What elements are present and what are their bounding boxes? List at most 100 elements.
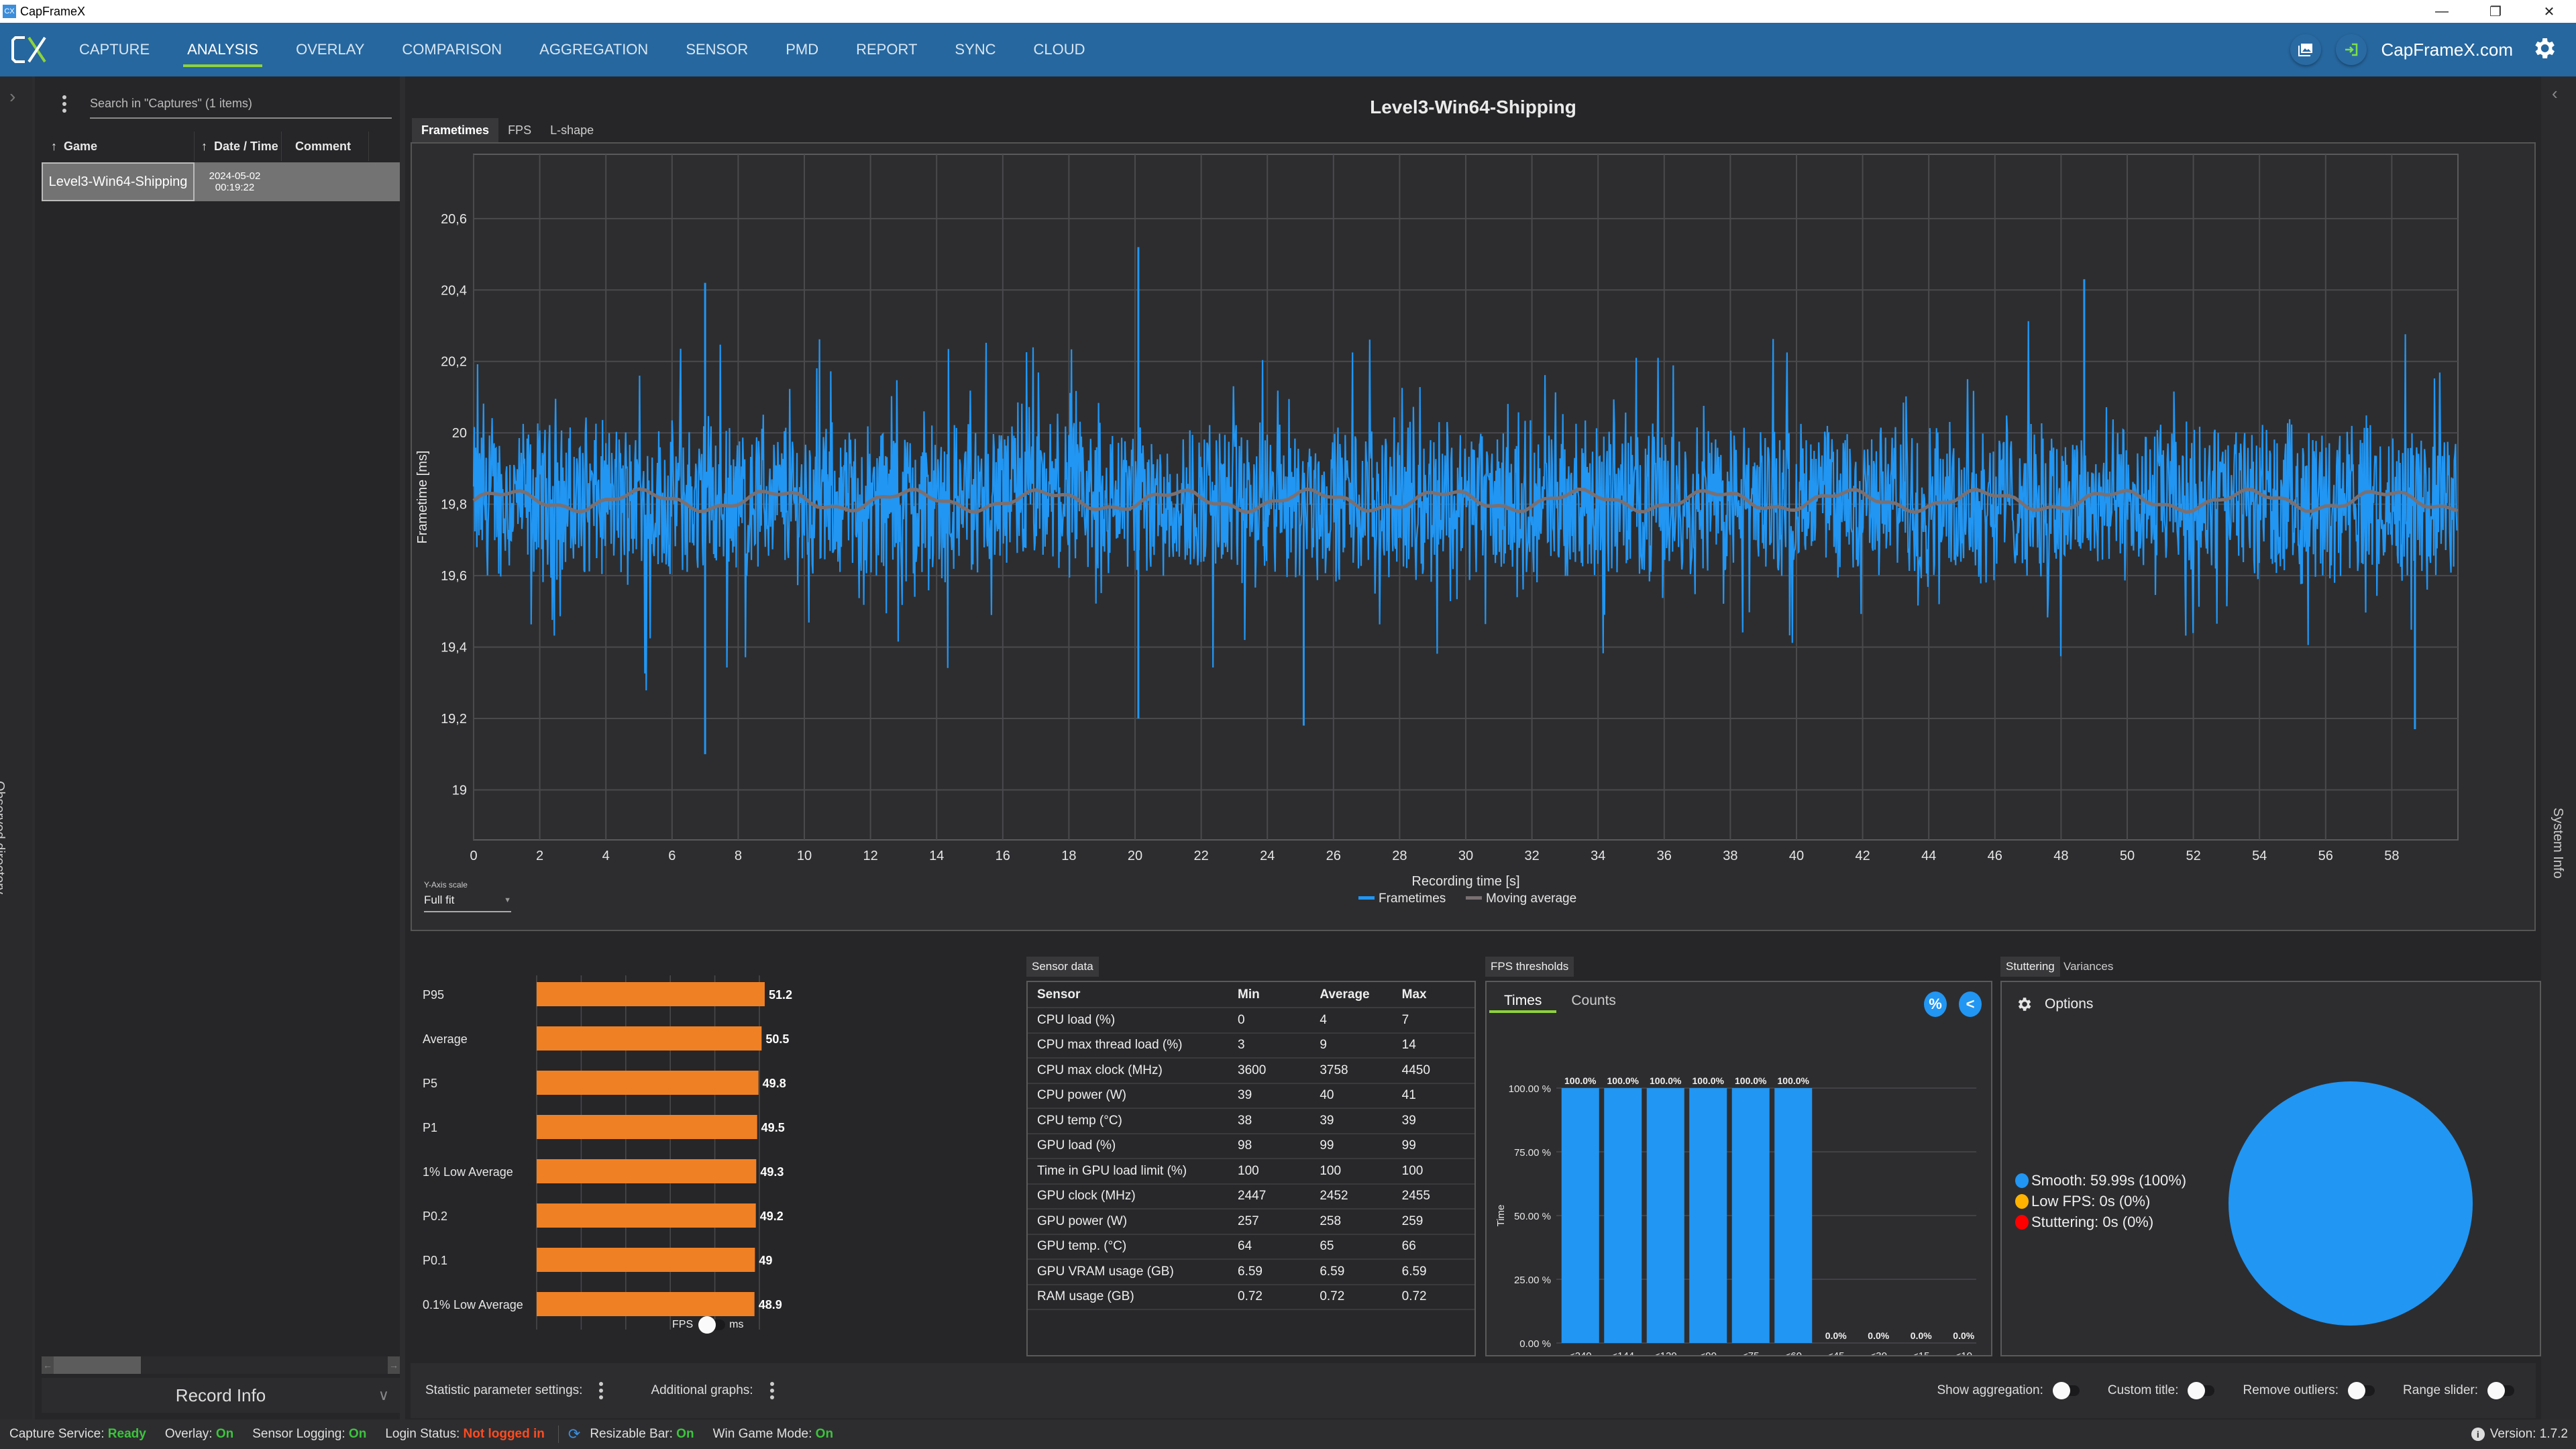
sensor-cell: 0.72 (1392, 1284, 1474, 1310)
sort-up-icon: ↑ (201, 139, 207, 153)
capframex-logo (0, 23, 60, 76)
minimize-button[interactable]: — (2415, 0, 2469, 23)
x-tick-label: 50 (753, 1336, 766, 1338)
tab-l-shape[interactable]: L-shape (541, 118, 603, 142)
y-tick-label: 19,2 (441, 712, 467, 727)
nav-analysis[interactable]: ANALYSIS (168, 23, 277, 76)
legend-swatch (1358, 896, 1375, 900)
column-header-date[interactable]: ↑ Date / Time (195, 131, 282, 161)
horizontal-scrollbar[interactable]: ← → (42, 1356, 400, 1374)
scroll-right-arrow-icon[interactable]: → (388, 1356, 400, 1374)
status-divider (557, 1426, 559, 1443)
close-button[interactable]: ✕ (2522, 0, 2576, 23)
threshold-bar (1604, 1088, 1642, 1343)
stat-bar (537, 1203, 756, 1228)
nav-report[interactable]: REPORT (837, 23, 936, 76)
nav-overlay[interactable]: OVERLAY (277, 23, 383, 76)
sensor-column-header[interactable]: Sensor (1028, 982, 1229, 1008)
sensor-cell: Time in GPU load limit (%) (1028, 1159, 1229, 1185)
toggle-switch[interactable] (2348, 1382, 2375, 1399)
collapse-chevron-icon[interactable]: ‹ (2552, 83, 2558, 104)
screenshot-button[interactable] (2290, 34, 2321, 65)
observed-directory-panel[interactable]: › Observed directory (0, 76, 32, 1419)
sensor-column-header[interactable]: Max (1392, 982, 1474, 1008)
fps-ms-toggle[interactable]: FPS ms (672, 1316, 743, 1334)
expand-chevron-icon[interactable]: › (9, 86, 15, 107)
y-axis-title: Time (1495, 1205, 1507, 1227)
y-tick-label: 20 (452, 426, 467, 441)
tab-sensor-data[interactable]: Sensor data (1026, 957, 1099, 977)
stuttering-legend: Smooth: 59.99s (100%) Low FPS: 0s (0%) Stu… (2015, 1170, 2186, 1232)
more-options-icon[interactable] (56, 95, 72, 113)
nav-sensor[interactable]: SENSOR (667, 23, 767, 76)
x-axis-title: Recording time [s] (1411, 874, 1519, 889)
nav-comparison[interactable]: COMPARISON (383, 23, 521, 76)
y-axis-scale-select[interactable]: Y-Axis scale Full fit ▼ (424, 880, 511, 912)
nav-pmd[interactable]: PMD (767, 23, 837, 76)
x-tick-label: 56 (2318, 849, 2333, 863)
x-tick-label: 52 (2186, 849, 2200, 863)
sensor-column-header[interactable]: Min (1228, 982, 1311, 1008)
stat-category-label: 1% Low Average (423, 1165, 513, 1179)
column-header-comment[interactable]: Comment (282, 131, 369, 161)
sensor-cell: 0.72 (1310, 1284, 1393, 1310)
sensor-cell: 100 (1228, 1159, 1311, 1185)
sensor-row: CPU load (%) 0 4 7 (1028, 1008, 1474, 1034)
toggle-switch[interactable] (2052, 1382, 2080, 1399)
tab-fps[interactable]: FPS (498, 118, 541, 142)
restore-button[interactable]: ❐ (2469, 0, 2522, 23)
statistic-settings-menu-icon[interactable] (593, 1382, 609, 1399)
nav-sync[interactable]: SYNC (936, 23, 1014, 76)
column-header-game[interactable]: ↑ Game (42, 131, 195, 161)
refresh-icon[interactable]: ⟳ (568, 1426, 580, 1443)
tab-frametimes[interactable]: Frametimes (412, 118, 499, 142)
captures-search-input[interactable]: Search in "Captures" (1 items) (90, 89, 392, 119)
stat-value-label: 49.2 (760, 1210, 784, 1223)
capture-row[interactable]: Level3-Win64-Shipping 2024-05-02 00:19:2… (42, 162, 400, 201)
x-tick-label: 32 (1524, 849, 1539, 863)
record-info-expander[interactable]: Record Info ∨ (42, 1378, 400, 1413)
statistics-bar-chart: 0 10 20 30 40 50 P95 51.2 Average 50.5 P5 49.8 P1 49.… (423, 975, 792, 1338)
stat-category-label: 0.1% Low Average (423, 1298, 523, 1311)
tab-variances[interactable]: Variances (2058, 957, 2118, 977)
legend-item: Low FPS: 0s (0%) (2015, 1191, 2186, 1212)
threshold-value-label: 0.0% (1953, 1330, 1974, 1341)
sensor-cell: CPU max thread load (%) (1028, 1032, 1229, 1059)
frametime-chart[interactable]: 0 2 4 6 8 10 12 14 16 18 20 22 24 26 28 30 32 34 36 38 40 42 4… (412, 144, 2534, 930)
sensor-cell: GPU power (W) (1028, 1209, 1229, 1235)
capframex-website-link[interactable]: CapFrameX.com (2381, 40, 2514, 60)
x-tick-label: 10 (797, 849, 812, 863)
threshold-value-label: 0.0% (1868, 1330, 1889, 1341)
system-info-panel[interactable]: ‹ System Info (2541, 76, 2576, 1419)
threshold-bar (1561, 1088, 1599, 1343)
tab-stuttering[interactable]: Stuttering (2000, 957, 2060, 977)
nav-aggregation[interactable]: AGGREGATION (521, 23, 667, 76)
scrollbar-thumb[interactable] (54, 1356, 141, 1374)
legend-item: Stuttering: 0s (0%) (2015, 1212, 2186, 1232)
x-tick-label: 44 (1921, 849, 1936, 863)
threshold-category-label: <30 (1870, 1350, 1887, 1355)
additional-graphs-menu-icon[interactable] (764, 1382, 780, 1399)
resizable-bar-status: Resizable Bar: On (590, 1427, 694, 1441)
observed-directory-label[interactable]: Observed directory (0, 781, 7, 894)
x-tick-label: 26 (1326, 849, 1341, 863)
toggle-switch[interactable] (2188, 1382, 2215, 1399)
threshold-value-label: 100.0% (1735, 1075, 1767, 1086)
login-button[interactable] (2335, 34, 2367, 65)
options-button[interactable]: Options (2015, 996, 2093, 1013)
stat-bar (537, 1026, 762, 1051)
toggle-switch[interactable] (2487, 1382, 2514, 1399)
x-tick-label: 12 (863, 849, 877, 863)
chart-tabs: Frametimes FPS L-shape (412, 118, 603, 142)
settings-gear-button[interactable] (2530, 35, 2557, 65)
system-info-label[interactable]: System Info (2550, 808, 2565, 879)
nav-cloud[interactable]: CLOUD (1015, 23, 1104, 76)
x-tick-label: 20 (619, 1336, 633, 1338)
scroll-left-arrow-icon[interactable]: ← (42, 1356, 54, 1374)
nav-capture[interactable]: CAPTURE (60, 23, 168, 76)
stat-value-label: 49.5 (761, 1121, 785, 1134)
x-tick-label: 50 (2120, 849, 2135, 863)
sensor-column-header[interactable]: Average (1310, 982, 1393, 1008)
sensor-cell: 41 (1392, 1083, 1474, 1109)
tab-fps-thresholds[interactable]: FPS thresholds (1485, 957, 1574, 977)
